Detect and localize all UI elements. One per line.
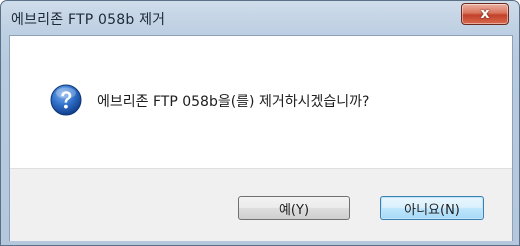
yes-button[interactable]: 예(Y) xyxy=(238,196,350,220)
close-button[interactable]: x xyxy=(461,3,509,25)
message-area: 에브리존 FTP 058b을(를) 제거하시겠습니까? xyxy=(10,36,512,168)
title-bar[interactable]: 에브리존 FTP 058b 제거 x xyxy=(1,1,519,35)
no-button[interactable]: 아니요(N) xyxy=(380,196,484,220)
dialog-client-area: 에브리존 FTP 058b을(를) 제거하시겠습니까? 예(Y) 아니요(N) xyxy=(9,35,513,241)
button-bar: 예(Y) 아니요(N) xyxy=(10,168,512,241)
confirmation-message: 에브리존 FTP 058b을(를) 제거하시겠습니까? xyxy=(97,94,370,110)
question-icon xyxy=(50,84,82,116)
window-title: 에브리존 FTP 058b 제거 xyxy=(11,12,166,28)
dialog-window: 에브리존 FTP 058b 제거 x 에브리존 FTP 058b을(를) 제거하… xyxy=(0,0,520,246)
close-icon: x xyxy=(480,6,490,22)
